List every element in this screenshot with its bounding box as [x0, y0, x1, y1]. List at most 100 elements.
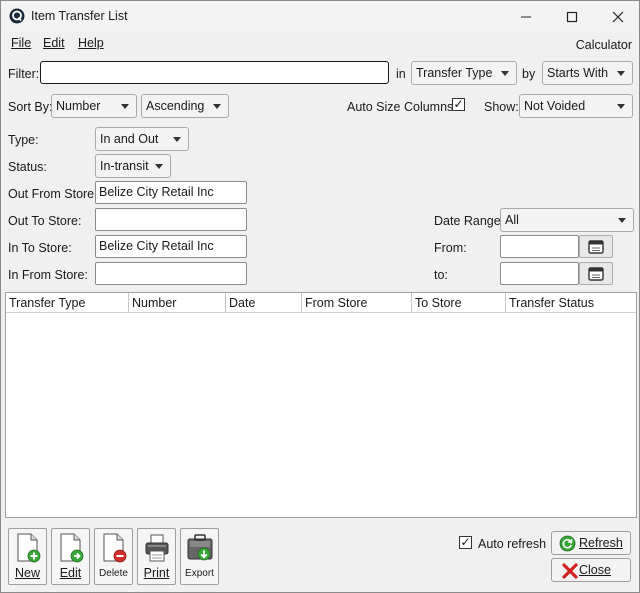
export-icon: [187, 534, 213, 561]
print-button[interactable]: Print: [137, 528, 176, 585]
filter-in-label: in: [396, 67, 406, 81]
date-to-label: to:: [434, 268, 448, 282]
in-to-store-label: In To Store:: [8, 241, 72, 255]
filter-match-value: Starts With: [547, 66, 609, 80]
title-bar: Item Transfer List: [1, 1, 639, 32]
menu-file-label: File: [11, 36, 32, 50]
menu-edit-label: Edit: [43, 36, 65, 50]
column-header-number[interactable]: Number: [129, 293, 226, 313]
close-icon: [562, 563, 578, 579]
filter-match-select[interactable]: Starts With: [542, 61, 633, 85]
chevron-down-icon: [213, 104, 221, 109]
date-range-select[interactable]: All: [500, 208, 634, 232]
out-to-store-input[interactable]: [95, 208, 247, 231]
date-from-label: From:: [434, 241, 467, 255]
out-to-store-label: Out To Store:: [8, 214, 82, 228]
minimize-button[interactable]: [503, 1, 549, 32]
sort-order-value: Ascending: [146, 99, 205, 113]
calendar-icon: [588, 240, 604, 254]
new-document-icon: [17, 533, 41, 563]
sort-label: Sort By:: [8, 100, 53, 114]
chevron-down-icon: [173, 137, 181, 142]
auto-size-columns-label: Auto Size Columns: [347, 100, 454, 114]
menu-help-label: Help: [78, 36, 104, 50]
minimize-icon: [521, 16, 531, 17]
menu-bar: File Edit Help: [1, 32, 639, 54]
date-to-calendar-button[interactable]: [579, 262, 613, 285]
new-button[interactable]: New: [8, 528, 47, 585]
type-value: In and Out: [100, 132, 159, 146]
app-logo-icon: [9, 8, 25, 24]
auto-refresh-label: Auto refresh: [478, 537, 547, 551]
edit-button[interactable]: Edit: [51, 528, 90, 585]
menu-help[interactable]: Help: [78, 36, 104, 50]
chevron-down-icon: [617, 104, 625, 109]
type-label: Type:: [8, 133, 39, 147]
type-select[interactable]: In and Out: [95, 127, 189, 151]
refresh-button[interactable]: Refresh: [551, 531, 631, 555]
auto-size-columns-checkbox[interactable]: ✓: [452, 98, 465, 111]
transfer-list-grid[interactable]: Transfer Type Number Date From Store To …: [5, 292, 637, 518]
out-from-store-input[interactable]: Belize City Retail Inc: [95, 181, 247, 204]
status-value: In-transit: [100, 159, 149, 173]
sort-field-select[interactable]: Number: [51, 94, 137, 118]
chevron-down-icon: [618, 218, 626, 223]
menu-edit[interactable]: Edit: [43, 36, 65, 50]
show-label: Show:: [484, 100, 519, 114]
show-value: Not Voided: [524, 99, 586, 113]
item-transfer-list-window: Item Transfer List File Edit Help Calcul…: [0, 0, 640, 593]
column-header-transfer-status[interactable]: Transfer Status: [506, 293, 636, 313]
maximize-icon: [566, 11, 578, 22]
new-button-label: New: [14, 566, 40, 580]
edit-document-icon: [60, 533, 84, 563]
filter-field-select[interactable]: Transfer Type: [411, 61, 517, 85]
show-select[interactable]: Not Voided: [519, 94, 633, 118]
column-header-transfer-type[interactable]: Transfer Type: [6, 293, 129, 313]
filter-field-value: Transfer Type: [416, 66, 493, 80]
column-header-from-store[interactable]: From Store: [302, 293, 412, 313]
refresh-button-label: Refresh: [579, 536, 623, 550]
close-button-label: Close: [579, 563, 611, 577]
refresh-icon: [559, 535, 576, 552]
close-icon: [612, 11, 624, 22]
delete-button-label: Delete: [99, 568, 128, 579]
date-to-input[interactable]: [500, 262, 579, 285]
edit-button-label: Edit: [59, 566, 82, 580]
date-from-input[interactable]: [500, 235, 579, 258]
chevron-down-icon: [617, 71, 625, 76]
close-window-button[interactable]: [595, 1, 640, 32]
sort-order-select[interactable]: Ascending: [141, 94, 229, 118]
out-from-store-label: Out From Store:: [8, 187, 98, 201]
export-button[interactable]: Export: [180, 528, 219, 585]
status-label: Status:: [8, 160, 47, 174]
status-select[interactable]: In-transit: [95, 154, 171, 178]
chevron-down-icon: [121, 104, 129, 109]
in-from-store-label: In From Store:: [8, 268, 88, 282]
menu-file[interactable]: File: [11, 36, 31, 50]
calculator-link[interactable]: Calculator: [576, 38, 632, 52]
printer-icon: [145, 534, 169, 562]
date-from-calendar-button[interactable]: [579, 235, 613, 258]
calendar-icon: [588, 267, 604, 281]
date-range-label: Date Range:: [434, 214, 505, 228]
chevron-down-icon: [501, 71, 509, 76]
sort-field-value: Number: [56, 99, 101, 113]
in-from-store-input[interactable]: [95, 262, 247, 285]
delete-button[interactable]: Delete: [94, 528, 133, 585]
maximize-button[interactable]: [549, 1, 595, 32]
window-title: Item Transfer List: [31, 9, 128, 23]
delete-document-icon: [103, 533, 127, 563]
filter-input[interactable]: [40, 61, 389, 84]
column-header-date[interactable]: Date: [226, 293, 302, 313]
column-header-to-store[interactable]: To Store: [412, 293, 506, 313]
chevron-down-icon: [155, 164, 163, 169]
auto-refresh-checkbox[interactable]: ✓: [459, 536, 472, 549]
print-button-label: Print: [143, 566, 170, 580]
filter-label: Filter:: [8, 67, 40, 81]
in-to-store-input[interactable]: Belize City Retail Inc: [95, 235, 247, 258]
export-button-label: Export: [185, 568, 214, 579]
date-range-value: All: [505, 213, 519, 227]
filter-by-label: by: [522, 67, 536, 81]
close-button[interactable]: Close: [551, 558, 631, 582]
grid-header: Transfer Type Number Date From Store To …: [6, 293, 636, 313]
